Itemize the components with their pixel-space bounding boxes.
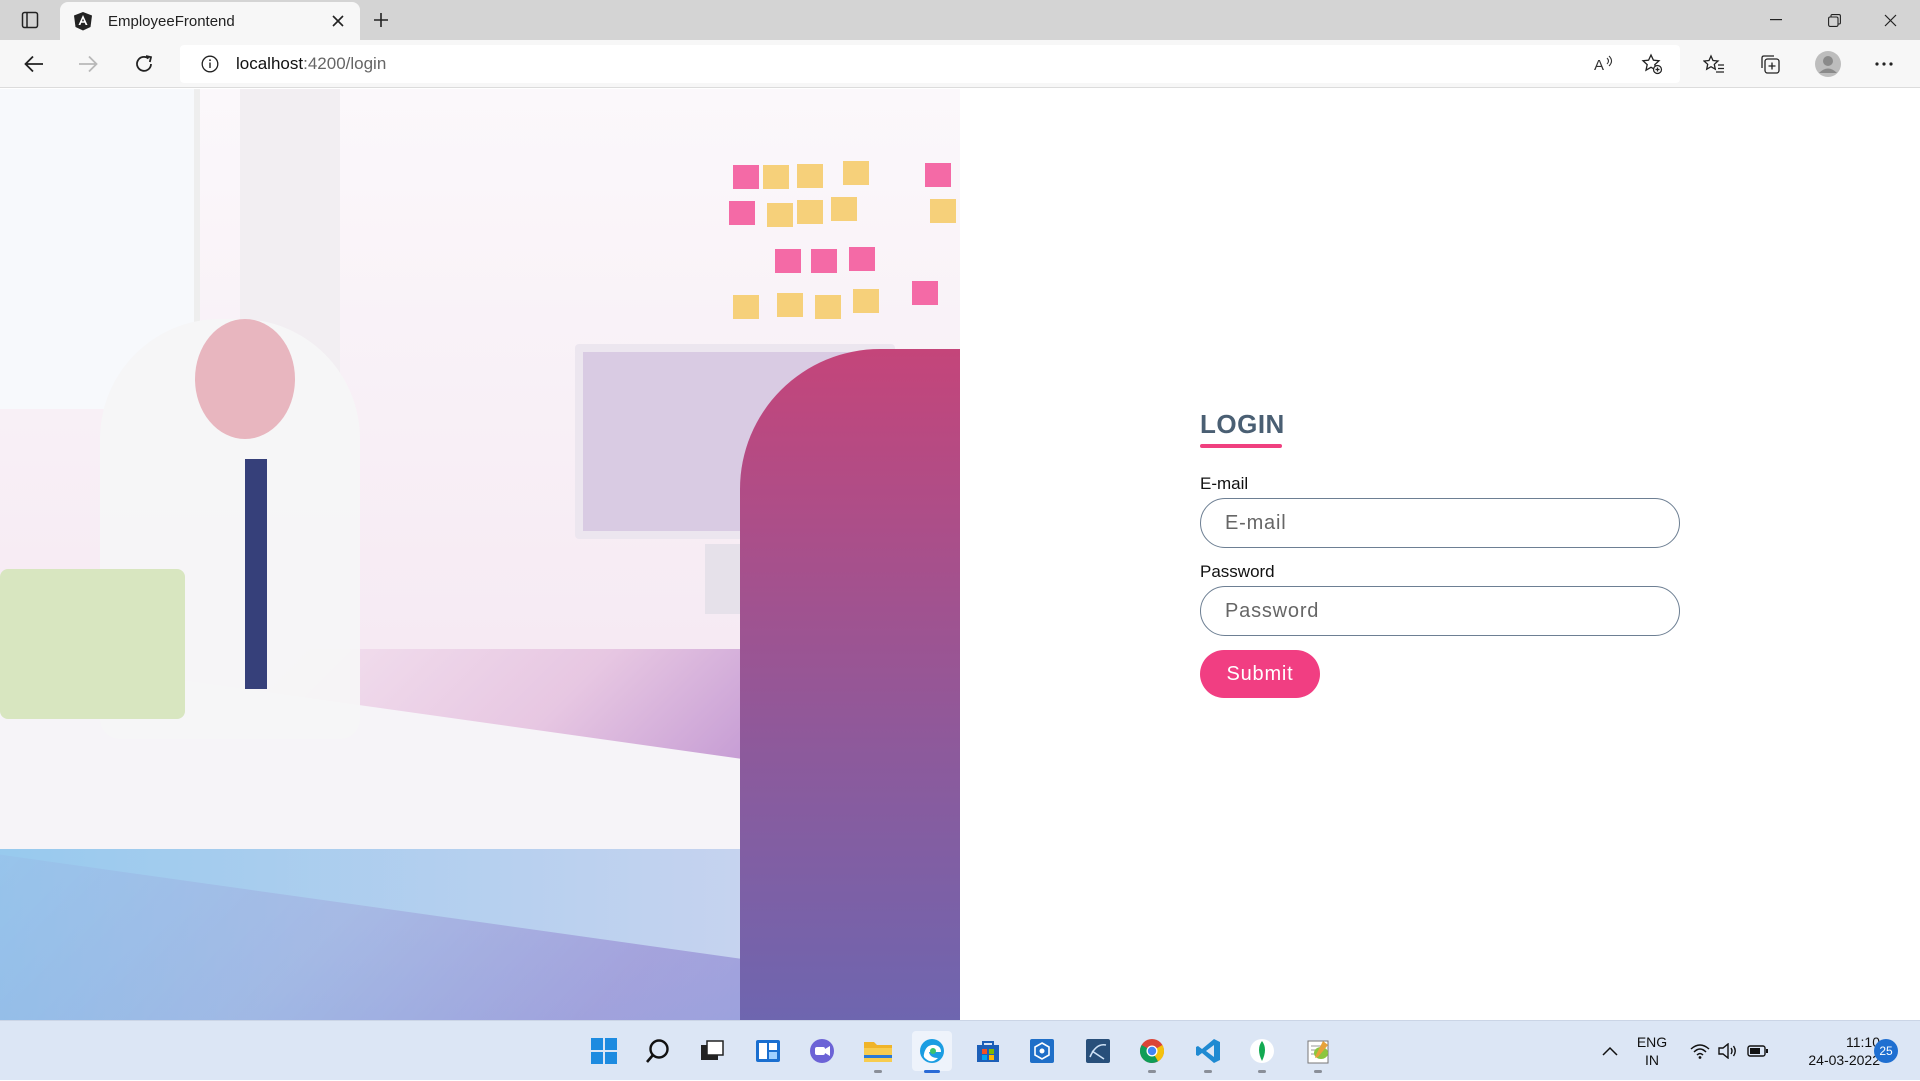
login-form: LOGIN E-mail Password Submit: [1200, 409, 1680, 698]
close-tab-icon[interactable]: [326, 9, 350, 33]
search-icon[interactable]: [638, 1031, 678, 1071]
site-info-icon[interactable]: [196, 55, 224, 73]
widgets-icon[interactable]: [748, 1031, 788, 1071]
back-icon[interactable]: [16, 48, 52, 80]
close-window-icon[interactable]: [1862, 0, 1918, 40]
volume-icon[interactable]: [1714, 1021, 1742, 1081]
collections-icon[interactable]: [1752, 48, 1788, 80]
page-content: LOGIN E-mail Password Submit: [0, 89, 1920, 1020]
minimize-icon[interactable]: [1748, 0, 1804, 40]
new-tab-icon[interactable]: [366, 6, 396, 34]
start-icon[interactable]: [584, 1031, 624, 1071]
clock-date: 24-03-2022: [1808, 1052, 1880, 1068]
system-clock[interactable]: 11:10 24-03-2022: [1780, 1033, 1880, 1069]
email-field[interactable]: [1200, 498, 1680, 548]
language-line1: ENG: [1636, 1034, 1668, 1050]
show-hidden-icons-icon[interactable]: [1596, 1021, 1624, 1081]
notification-count-badge[interactable]: 25: [1874, 1039, 1898, 1063]
add-favorite-icon[interactable]: [1636, 48, 1668, 80]
language-indicator[interactable]: ENG IN: [1630, 1033, 1674, 1069]
browser-tab[interactable]: EmployeeFrontend: [60, 2, 360, 40]
password-field[interactable]: [1200, 586, 1680, 636]
more-options-icon[interactable]: [1866, 48, 1902, 80]
url-path: :4200/login: [303, 54, 387, 73]
title-underline: [1200, 444, 1282, 448]
chrome-icon[interactable]: [1132, 1031, 1172, 1073]
office-hero-image: [0, 89, 960, 1020]
language-line2: IN: [1645, 1052, 1659, 1068]
sql-server-icon[interactable]: [1078, 1031, 1118, 1071]
submit-button[interactable]: Submit: [1200, 650, 1320, 698]
favorites-icon[interactable]: [1696, 48, 1732, 80]
refresh-icon[interactable]: [126, 48, 162, 80]
tab-title: EmployeeFrontend: [108, 12, 235, 30]
notepad-plus-plus-icon[interactable]: [1298, 1031, 1338, 1073]
forward-icon[interactable]: [70, 48, 106, 80]
store-icon[interactable]: [968, 1031, 1008, 1071]
password-label: Password: [1200, 562, 1275, 581]
tab-actions-icon[interactable]: [10, 6, 50, 34]
address-bar[interactable]: localhost:4200/login A: [180, 45, 1680, 83]
browser-toolbar: localhost:4200/login A: [0, 40, 1920, 88]
vscode-icon[interactable]: [1188, 1031, 1228, 1073]
chat-icon[interactable]: [802, 1031, 842, 1071]
login-title: LOGIN: [1200, 409, 1285, 439]
edge-icon[interactable]: [912, 1031, 952, 1073]
azure-data-studio-icon[interactable]: [1022, 1031, 1062, 1071]
battery-icon[interactable]: [1744, 1021, 1772, 1081]
email-label: E-mail: [1200, 474, 1249, 493]
svg-text:A: A: [1594, 57, 1604, 73]
mongodb-icon[interactable]: [1242, 1031, 1282, 1073]
url-host: localhost: [236, 54, 304, 73]
task-view-icon[interactable]: [692, 1031, 732, 1071]
taskbar: ENG IN 11:10 24-03-2022 25: [0, 1020, 1920, 1080]
angular-icon: [72, 10, 94, 32]
wifi-icon[interactable]: [1686, 1021, 1714, 1081]
profile-avatar-icon[interactable]: [1810, 48, 1846, 80]
url-text: localhost:4200/login: [236, 54, 386, 74]
file-explorer-icon[interactable]: [858, 1031, 898, 1073]
browser-tab-bar: EmployeeFrontend: [0, 0, 1920, 40]
read-aloud-icon[interactable]: A: [1588, 48, 1620, 80]
restore-icon[interactable]: [1806, 0, 1862, 40]
clock-time: 11:10: [1846, 1034, 1880, 1050]
